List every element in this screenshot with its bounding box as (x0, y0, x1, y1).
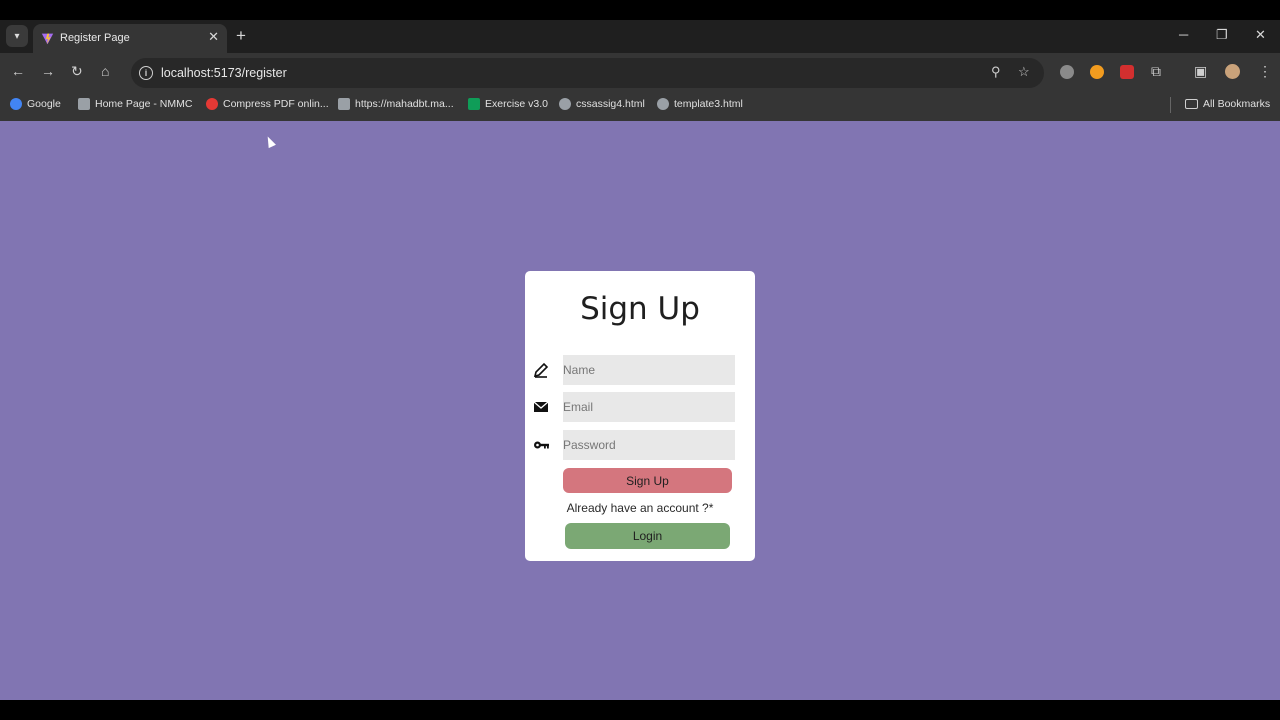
browser-window: ▾ Register Page ✕ + ─ ❐ ✕ ← → ↻ ⌂ i loca… (0, 0, 1280, 720)
reload-icon[interactable]: ↻ (71, 63, 83, 80)
bookmark-exercise[interactable]: Exercise v3.0 (468, 98, 548, 110)
folder-icon (1185, 99, 1198, 109)
already-have-account-text: Already have an account ?* (566, 501, 714, 515)
google-icon (10, 98, 22, 110)
page-icon (338, 98, 350, 110)
close-window-icon[interactable]: ✕ (1255, 27, 1266, 43)
pdf-icon (206, 98, 218, 110)
all-bookmarks-button[interactable]: All Bookmarks (1185, 98, 1270, 110)
restore-icon[interactable]: ❐ (1216, 27, 1228, 43)
page-title: Sign Up (580, 291, 700, 327)
extension-icon[interactable] (1090, 65, 1104, 79)
bookmark-label: Home Page - NMMC (95, 98, 193, 110)
password-row (525, 430, 755, 460)
menu-kebab-icon[interactable]: ⋮ (1258, 63, 1272, 80)
tab-title: Register Page (60, 32, 130, 44)
bookmark-home-page-nmmc[interactable]: Home Page - NMMC (78, 98, 192, 110)
minimize-icon[interactable]: ─ (1179, 27, 1188, 42)
mouse-cursor (264, 134, 276, 149)
mail-icon (533, 401, 549, 412)
login-button[interactable]: Login (565, 523, 730, 549)
all-bookmarks-label: All Bookmarks (1203, 98, 1271, 110)
bookmarks-separator (1170, 97, 1171, 113)
bookmark-star-icon[interactable]: ☆ (1018, 64, 1030, 80)
extension-icon[interactable] (1060, 65, 1074, 79)
new-tab-icon[interactable]: + (236, 26, 246, 46)
page-icon (78, 98, 90, 110)
browser-toolbar: ← → ↻ ⌂ i localhost:5173/register ⚲ ☆ ⧉ … (0, 53, 1280, 91)
email-field[interactable] (563, 392, 735, 422)
bookmark-cssassig4[interactable]: cssassig4.html (559, 98, 645, 110)
tab-strip: ▾ Register Page ✕ + ─ ❐ ✕ (0, 20, 1280, 53)
globe-icon (657, 98, 669, 110)
close-tab-icon[interactable]: ✕ (208, 29, 219, 45)
bookmark-label: template3.html (674, 98, 743, 110)
bookmark-label: Compress PDF onlin... (223, 98, 329, 110)
home-icon[interactable]: ⌂ (101, 63, 109, 79)
key-icon (534, 441, 549, 449)
profile-avatar[interactable] (1225, 64, 1240, 79)
bookmark-mahadbt[interactable]: https://mahadbt.ma... (338, 98, 454, 110)
w-logo-icon (468, 98, 480, 110)
bookmarks-bar: Google Home Page - NMMC Compress PDF onl… (0, 91, 1280, 121)
tab-search-button[interactable]: ▾ (6, 25, 28, 47)
bookmark-google[interactable]: Google (10, 98, 61, 110)
signup-card: Sign Up Name Email Sign Up Already have … (525, 271, 755, 561)
pen-icon (533, 362, 549, 378)
name-field[interactable] (563, 355, 735, 385)
tab-register-page[interactable]: Register Page ✕ (33, 24, 227, 53)
bookmark-label: Exercise v3.0 (485, 98, 549, 110)
globe-icon (559, 98, 571, 110)
extension-icon[interactable] (1120, 65, 1134, 79)
vite-icon (41, 33, 54, 45)
password-field[interactable] (563, 430, 735, 460)
zoom-icon[interactable]: ⚲ (991, 64, 1001, 80)
bookmark-label: cssassig4.html (576, 98, 645, 110)
side-panel-icon[interactable]: ▣ (1194, 63, 1207, 80)
bookmark-label: https://mahadbt.ma... (355, 98, 454, 110)
page-viewport: Sign Up Name Email Sign Up Already have … (0, 121, 1280, 700)
email-row (525, 392, 755, 422)
url-text[interactable]: localhost:5173/register (161, 66, 287, 80)
bookmark-compress-pdf[interactable]: Compress PDF onlin... (206, 98, 329, 110)
name-row (525, 355, 755, 385)
back-icon[interactable]: ← (11, 63, 25, 79)
extensions-puzzle-icon[interactable]: ⧉ (1151, 63, 1161, 80)
address-bar[interactable]: i localhost:5173/register ⚲ ☆ (131, 58, 1044, 88)
signup-button[interactable]: Sign Up (563, 468, 732, 493)
forward-icon[interactable]: → (41, 63, 55, 79)
site-info-icon[interactable]: i (139, 66, 153, 80)
bookmark-label: Google (27, 98, 61, 110)
bookmark-template3[interactable]: template3.html (657, 98, 743, 110)
